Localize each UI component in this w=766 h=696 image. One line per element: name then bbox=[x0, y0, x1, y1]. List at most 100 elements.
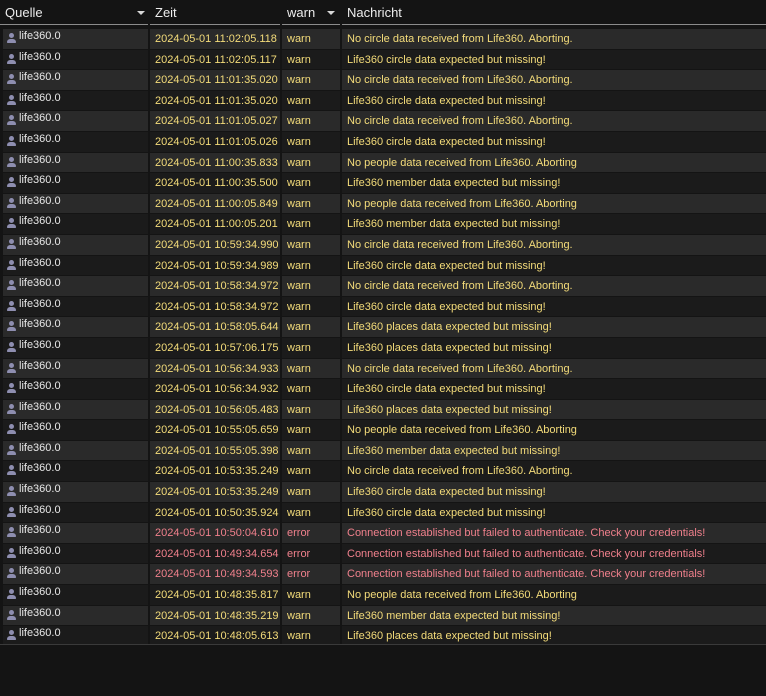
table-row[interactable]: life360.0 2024-05-01 10:55:05.659 warn No p… bbox=[0, 420, 766, 441]
row-message: Life360 circle data expected but missing… bbox=[342, 90, 766, 111]
row-level: warn bbox=[282, 399, 340, 420]
table-row[interactable]: life360.0 2024-05-01 11:00:35.833 warn No p… bbox=[0, 152, 766, 174]
row-source: life360.0 bbox=[19, 503, 61, 516]
user-icon bbox=[7, 280, 16, 291]
row-level: warn bbox=[282, 296, 340, 317]
user-icon-head bbox=[9, 259, 14, 265]
table-row[interactable]: life360.0 2024-05-01 10:49:34.654 error Con… bbox=[0, 543, 766, 565]
table-row[interactable]: life360.0 2024-05-01 11:02:05.117 warn Life… bbox=[0, 49, 766, 71]
user-icon-head bbox=[9, 362, 14, 368]
user-icon bbox=[7, 74, 16, 85]
row-level: warn bbox=[282, 152, 340, 173]
table-row[interactable]: life360.0 2024-05-01 10:50:04.610 error Con… bbox=[0, 523, 766, 544]
table-row[interactable]: life360.0 2024-05-01 11:02:05.118 warn No c… bbox=[0, 29, 766, 50]
user-icon bbox=[7, 177, 16, 188]
level-filter-chevron-down-icon[interactable] bbox=[327, 11, 335, 15]
row-level: warn bbox=[282, 131, 340, 152]
row-time: 2024-05-01 10:48:05.613 bbox=[150, 626, 280, 646]
user-icon-body bbox=[7, 183, 16, 188]
table-row[interactable]: life360.0 2024-05-01 11:01:35.020 warn No c… bbox=[0, 70, 766, 91]
user-icon bbox=[7, 568, 16, 579]
empty-area bbox=[0, 644, 766, 696]
table-row[interactable]: life360.0 2024-05-01 10:48:35.219 warn Life… bbox=[0, 605, 766, 627]
row-message: No circle data received from Life360. Ab… bbox=[342, 111, 766, 131]
user-icon bbox=[7, 218, 16, 229]
row-level: error bbox=[282, 543, 340, 564]
table-row[interactable]: life360.0 2024-05-01 10:59:34.989 warn Life… bbox=[0, 255, 766, 277]
row-time: 2024-05-01 10:48:35.219 bbox=[150, 605, 280, 626]
user-icon bbox=[7, 33, 16, 44]
row-time: 2024-05-01 10:56:05.483 bbox=[150, 399, 280, 420]
column-header-time[interactable]: Zeit bbox=[150, 0, 280, 25]
table-row[interactable]: life360.0 2024-05-01 10:49:34.593 error Con… bbox=[0, 564, 766, 585]
table-row[interactable]: life360.0 2024-05-01 11:01:35.020 warn Life… bbox=[0, 90, 766, 112]
row-message: No circle data received from Life360. Ab… bbox=[342, 461, 766, 482]
table-row[interactable]: life360.0 2024-05-01 10:48:35.817 warn No p… bbox=[0, 585, 766, 606]
row-message: Life360 member data expected but missing… bbox=[342, 214, 766, 234]
user-icon-head bbox=[9, 321, 14, 327]
row-time: 2024-05-01 10:59:34.990 bbox=[150, 234, 280, 255]
user-icon-body bbox=[7, 203, 16, 208]
table-row[interactable]: life360.0 2024-05-01 10:58:34.972 warn Life… bbox=[0, 296, 766, 318]
user-icon-body bbox=[7, 636, 16, 641]
table-row[interactable]: life360.0 2024-05-01 10:59:34.990 warn No c… bbox=[0, 234, 766, 256]
user-icon-head bbox=[9, 341, 14, 347]
table-row[interactable]: life360.0 2024-05-01 10:56:34.933 warn No c… bbox=[0, 358, 766, 380]
table-row[interactable]: life360.0 2024-05-01 11:01:05.027 warn No c… bbox=[0, 111, 766, 132]
row-message: No people data received from Life360. Ab… bbox=[342, 420, 766, 440]
row-level: warn bbox=[282, 255, 340, 276]
row-time: 2024-05-01 11:00:35.500 bbox=[150, 173, 280, 193]
row-time: 2024-05-01 11:01:35.020 bbox=[150, 90, 280, 111]
row-source: life360.0 bbox=[19, 421, 61, 434]
user-icon-head bbox=[9, 238, 14, 244]
user-icon-head bbox=[9, 156, 14, 162]
row-source: life360.0 bbox=[19, 132, 61, 145]
row-time: 2024-05-01 11:01:35.020 bbox=[150, 70, 280, 90]
column-header-message[interactable]: Nachricht bbox=[342, 0, 766, 25]
row-message: No people data received from Life360. Ab… bbox=[342, 585, 766, 605]
table-row[interactable]: life360.0 2024-05-01 10:53:35.249 warn Life… bbox=[0, 482, 766, 503]
user-icon-body bbox=[7, 409, 16, 414]
row-source: life360.0 bbox=[19, 297, 61, 310]
row-source: life360.0 bbox=[19, 565, 61, 578]
table-row[interactable]: life360.0 2024-05-01 10:57:06.175 warn Life… bbox=[0, 337, 766, 359]
user-icon bbox=[7, 321, 16, 332]
row-source: life360.0 bbox=[19, 30, 61, 42]
user-icon-head bbox=[9, 33, 14, 38]
user-icon-body bbox=[7, 595, 16, 600]
row-source: life360.0 bbox=[19, 627, 61, 640]
column-header-level-select[interactable]: warn bbox=[282, 0, 340, 25]
table-row[interactable]: life360.0 2024-05-01 11:01:05.026 warn Life… bbox=[0, 131, 766, 153]
row-level: warn bbox=[282, 111, 340, 131]
row-time: 2024-05-01 11:00:05.201 bbox=[150, 214, 280, 234]
row-source: life360.0 bbox=[19, 544, 61, 557]
row-source: life360.0 bbox=[19, 215, 61, 228]
table-row[interactable]: life360.0 2024-05-01 11:00:05.849 warn No p… bbox=[0, 193, 766, 215]
user-icon bbox=[7, 383, 16, 394]
user-icon bbox=[7, 341, 16, 353]
table-row[interactable]: life360.0 2024-05-01 10:53:35.249 warn No c… bbox=[0, 461, 766, 482]
user-icon-head bbox=[9, 74, 14, 80]
user-icon-body bbox=[7, 533, 16, 538]
table-row[interactable]: life360.0 2024-05-01 11:00:35.500 warn Life… bbox=[0, 173, 766, 194]
table-row[interactable]: life360.0 2024-05-01 10:58:05.644 warn Life… bbox=[0, 317, 766, 338]
table-row[interactable]: life360.0 2024-05-01 10:50:35.924 warn Life… bbox=[0, 502, 766, 524]
row-time: 2024-05-01 10:56:34.933 bbox=[150, 358, 280, 379]
row-time: 2024-05-01 10:48:35.817 bbox=[150, 585, 280, 605]
table-row[interactable]: life360.0 2024-05-01 10:56:34.932 warn Life… bbox=[0, 379, 766, 400]
row-message: Life360 circle data expected but missing… bbox=[342, 502, 766, 523]
row-message: No people data received from Life360. Ab… bbox=[342, 193, 766, 214]
row-message: Life360 places data expected but missing… bbox=[342, 317, 766, 337]
row-level: warn bbox=[282, 482, 340, 502]
row-time: 2024-05-01 11:02:05.118 bbox=[150, 29, 280, 49]
row-source: life360.0 bbox=[19, 359, 61, 372]
table-row[interactable]: life360.0 2024-05-01 10:58:34.972 warn No c… bbox=[0, 276, 766, 297]
row-source: life360.0 bbox=[19, 71, 61, 84]
user-icon bbox=[7, 53, 16, 65]
row-message: Life360 circle data expected but missing… bbox=[342, 49, 766, 70]
table-row[interactable]: life360.0 2024-05-01 10:56:05.483 warn Life… bbox=[0, 399, 766, 421]
table-row[interactable]: life360.0 2024-05-01 10:55:05.398 warn Life… bbox=[0, 440, 766, 462]
column-header-source[interactable]: Quelle bbox=[0, 0, 148, 25]
source-filter-chevron-down-icon[interactable] bbox=[137, 11, 145, 15]
table-row[interactable]: life360.0 2024-05-01 11:00:05.201 warn Life… bbox=[0, 214, 766, 235]
